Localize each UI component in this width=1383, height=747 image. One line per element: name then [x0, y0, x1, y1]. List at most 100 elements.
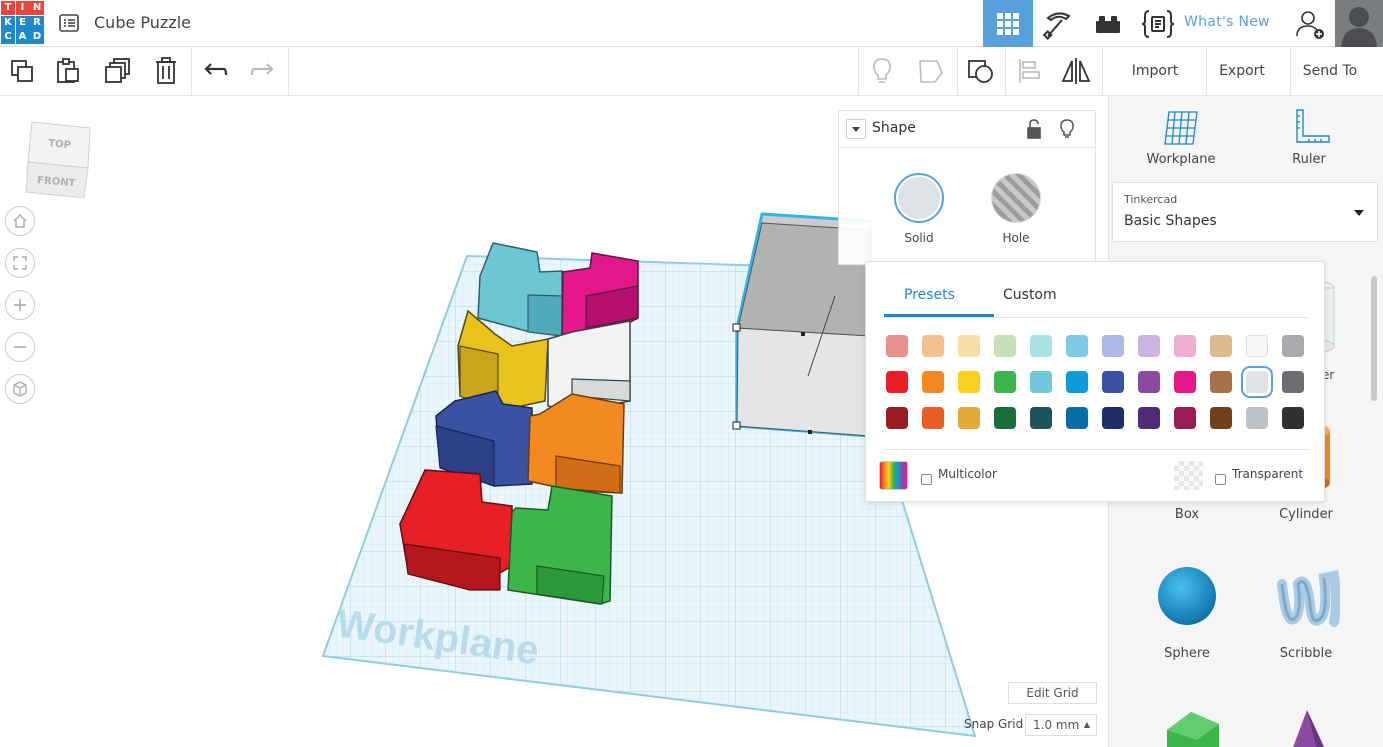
- scribble-icon: [1277, 570, 1340, 627]
- ruler-tool[interactable]: Ruler: [1259, 108, 1359, 178]
- color-swatch[interactable]: [1102, 407, 1124, 429]
- whats-new-link[interactable]: What's New: [1184, 14, 1270, 30]
- library-category-select[interactable]: Tinkercad Basic Shapes: [1112, 182, 1378, 242]
- grid-view-icon[interactable]: [983, 0, 1033, 47]
- cylinder-label: Cylinder: [1279, 507, 1333, 522]
- logo-letter: C: [1, 30, 15, 44]
- logo-letter: T: [1, 1, 15, 15]
- zoom-out-icon[interactable]: [5, 332, 35, 362]
- color-swatch[interactable]: [1138, 335, 1160, 357]
- color-swatch[interactable]: [1174, 335, 1196, 357]
- color-swatch[interactable]: [1210, 335, 1232, 357]
- color-swatch[interactable]: [958, 335, 980, 357]
- color-swatch[interactable]: [1174, 371, 1196, 393]
- delete-icon[interactable]: [143, 47, 189, 95]
- group-icon[interactable]: [958, 47, 1004, 95]
- library-scrollbar[interactable]: [1371, 276, 1377, 401]
- avatar-icon[interactable]: [1335, 0, 1383, 47]
- library-item-roof[interactable]: [1159, 708, 1229, 747]
- collapse-button[interactable]: [846, 119, 866, 139]
- logo-letter: R: [30, 15, 44, 30]
- color-swatch[interactable]: [1246, 407, 1268, 429]
- design-title[interactable]: Cube Puzzle: [94, 13, 191, 32]
- design-menu-icon[interactable]: [58, 12, 80, 34]
- color-swatch[interactable]: [922, 407, 944, 429]
- copy-icon[interactable]: [0, 47, 44, 95]
- shape-outline-icon[interactable]: [907, 47, 955, 95]
- perspective-icon[interactable]: [5, 374, 35, 404]
- tinkercad-logo[interactable]: TIN KER CAD: [0, 0, 44, 44]
- color-swatch[interactable]: [922, 371, 944, 393]
- codeblocks-icon[interactable]: [1133, 0, 1183, 47]
- add-user-icon[interactable]: [1285, 0, 1335, 47]
- lightbulb-icon[interactable]: [859, 47, 905, 95]
- color-swatch[interactable]: [1282, 407, 1304, 429]
- logo-letter: A: [15, 30, 30, 44]
- export-button[interactable]: Export: [1203, 47, 1281, 95]
- color-swatch[interactable]: [1066, 407, 1088, 429]
- color-swatch[interactable]: [1282, 371, 1304, 393]
- workplane-icon: [1164, 111, 1198, 145]
- color-swatch[interactable]: [1030, 407, 1052, 429]
- logo-letter: I: [15, 1, 30, 15]
- workplane-tool-label: Workplane: [1146, 152, 1216, 167]
- library-item-scribble[interactable]: Scribble: [1256, 564, 1356, 674]
- color-swatch[interactable]: [1246, 335, 1268, 357]
- color-swatch[interactable]: [1102, 371, 1124, 393]
- edit-grid-button[interactable]: Edit Grid: [1008, 682, 1097, 704]
- color-swatch[interactable]: [1138, 371, 1160, 393]
- fit-view-icon[interactable]: [5, 248, 35, 278]
- redo-icon[interactable]: [240, 47, 286, 95]
- color-swatch[interactable]: [994, 371, 1016, 393]
- hole-button[interactable]: [991, 173, 1041, 223]
- chevron-down-icon: [1354, 210, 1364, 216]
- color-swatch[interactable]: [958, 407, 980, 429]
- home-icon[interactable]: [5, 206, 35, 236]
- workplane-tool[interactable]: Workplane: [1131, 108, 1231, 178]
- multicolor-checkbox[interactable]: [921, 474, 932, 485]
- duplicate-icon[interactable]: [95, 47, 141, 95]
- color-swatch[interactable]: [958, 371, 980, 393]
- import-button[interactable]: Import: [1115, 47, 1195, 95]
- view-cube[interactable]: TOP FRONT: [22, 118, 94, 199]
- shape-panel-title: Shape: [872, 120, 916, 136]
- multicolor-icon[interactable]: [879, 461, 908, 490]
- color-swatch[interactable]: [1030, 335, 1052, 357]
- top-bar: TIN KER CAD Cube Puzzle What's New: [0, 0, 1383, 47]
- color-swatch[interactable]: [1102, 335, 1124, 357]
- color-swatch[interactable]: [922, 335, 944, 357]
- light-icon[interactable]: [1059, 119, 1075, 143]
- undo-icon[interactable]: [192, 47, 238, 95]
- library-item-pyramid[interactable]: [1279, 708, 1339, 747]
- library-item-sphere[interactable]: Sphere: [1137, 564, 1237, 674]
- zoom-in-icon[interactable]: [5, 290, 35, 320]
- color-swatch[interactable]: [994, 335, 1016, 357]
- pickaxe-icon[interactable]: [1033, 0, 1083, 47]
- color-swatch[interactable]: [1066, 335, 1088, 357]
- color-swatch[interactable]: [886, 407, 908, 429]
- brick-icon[interactable]: [1083, 0, 1133, 47]
- transparent-checkbox[interactable]: [1215, 474, 1226, 485]
- color-swatch[interactable]: [886, 371, 908, 393]
- shape-inspector: Shape Solid Hole: [838, 110, 1096, 265]
- color-swatch[interactable]: [1174, 407, 1196, 429]
- snap-grid-select[interactable]: 1.0 mm ▲: [1025, 714, 1097, 736]
- paste-icon[interactable]: [46, 47, 90, 95]
- color-swatch[interactable]: [1210, 371, 1232, 393]
- color-swatch[interactable]: [994, 407, 1016, 429]
- solid-color-button[interactable]: [894, 173, 944, 223]
- color-swatch[interactable]: [1241, 366, 1273, 398]
- tab-custom[interactable]: Custom: [1003, 287, 1057, 303]
- color-swatch[interactable]: [1030, 371, 1052, 393]
- send-to-button[interactable]: Send To: [1290, 47, 1370, 95]
- mirror-icon[interactable]: [1052, 47, 1100, 95]
- logo-letter: E: [15, 15, 30, 30]
- color-swatch[interactable]: [1138, 407, 1160, 429]
- color-swatch[interactable]: [1282, 335, 1304, 357]
- color-swatch[interactable]: [1066, 371, 1088, 393]
- align-icon[interactable]: [1006, 47, 1052, 95]
- color-swatch[interactable]: [886, 335, 908, 357]
- color-swatch[interactable]: [1210, 407, 1232, 429]
- lock-icon[interactable]: [1026, 119, 1042, 143]
- tab-presets[interactable]: Presets: [904, 287, 955, 303]
